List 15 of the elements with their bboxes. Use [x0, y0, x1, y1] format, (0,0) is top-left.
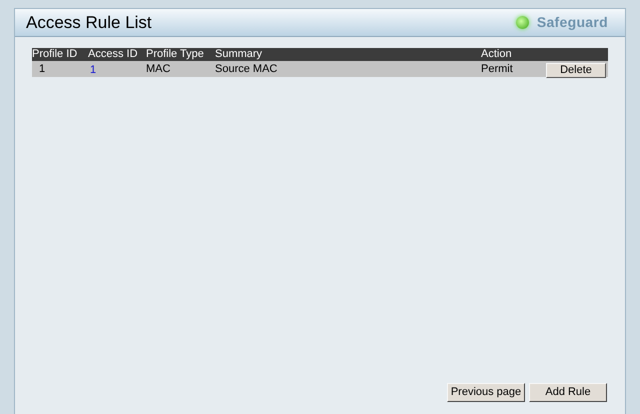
previous-page-button[interactable]: Previous page — [447, 383, 525, 402]
table-cell-text: MAC — [146, 62, 172, 77]
access-id-link[interactable]: 1 — [88, 64, 96, 76]
table-cell-text: 1 — [38, 62, 46, 77]
safeguard-label: Safeguard — [536, 13, 608, 32]
table-cell-text: Permit — [481, 62, 514, 77]
column-header: Summary — [215, 48, 264, 61]
table-cell-text: Source MAC — [215, 62, 278, 77]
column-header: Profile Type — [146, 48, 205, 61]
column-header: Profile ID — [32, 48, 78, 61]
delete-button[interactable]: Delete — [546, 62, 606, 78]
panel-title: Access Rule List — [26, 12, 152, 34]
column-header: Action — [481, 48, 513, 61]
column-header: Access ID — [88, 48, 139, 61]
add-rule-button[interactable]: Add Rule — [529, 383, 607, 402]
